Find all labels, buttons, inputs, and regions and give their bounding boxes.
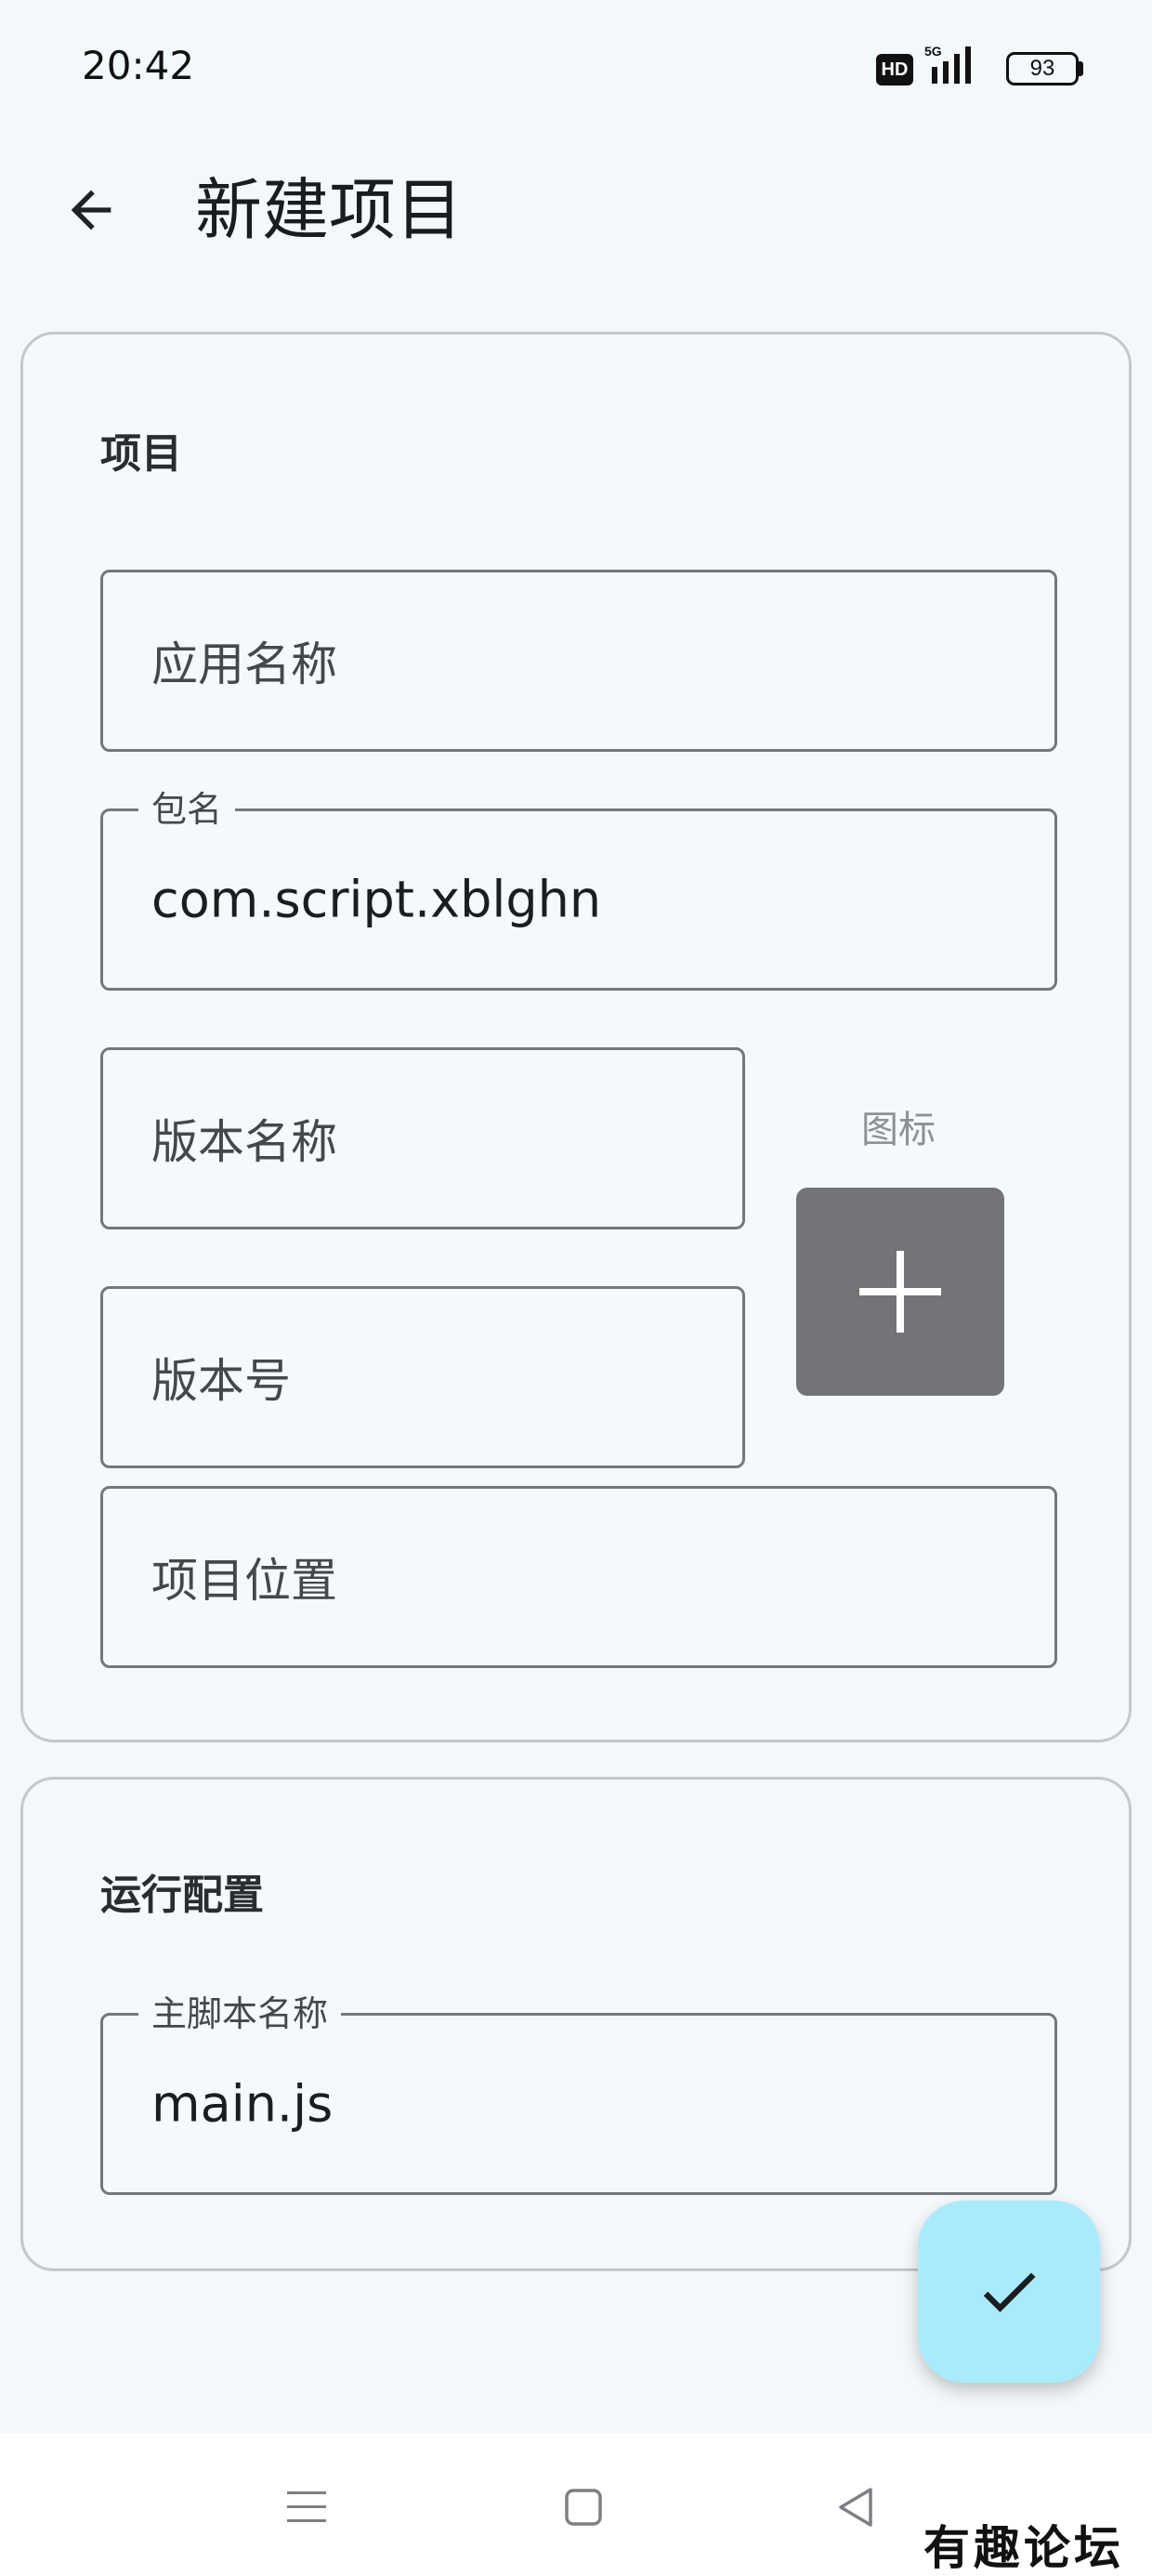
nav-home-button[interactable] [546,2470,621,2544]
run-config-card: 运行配置 主脚本名称 main.js [20,1777,1132,2271]
package-name-field[interactable]: 包名 com.script.xblghn [100,789,1057,991]
main-script-field[interactable]: 主脚本名称 main.js [100,1993,1057,2195]
signal-icon: 5G [923,43,989,85]
project-location-field[interactable]: 项目位置 [100,1486,1057,1668]
main-script-label: 主脚本名称 [138,1993,342,2034]
check-icon [983,2272,1036,2313]
network-type-label: 5G [924,44,942,59]
battery-icon: 93 [1006,52,1079,85]
project-card: 项目 应用名称 包名 com.script.xblghn 版本名称 图标 版本号… [20,332,1132,1742]
screen: 20:42 HD 5G 93 新建项目 项目 应用名称 包名 com.scrip… [0,0,1152,2576]
arrow-back-icon [71,190,111,230]
icon-picker-label: 图标 [861,1109,936,1151]
back-button[interactable] [54,173,128,247]
nav-back-button[interactable] [819,2470,894,2544]
package-name-label: 包名 [138,789,236,830]
status-time: 20:42 [82,43,195,88]
hd-badge: HD [876,54,913,85]
menu-icon [287,2491,326,2522]
version-code-field[interactable]: 版本号 [100,1286,745,1468]
main-script-value: main.js [151,2074,334,2134]
watermark: 有趣论坛 [923,2520,1124,2575]
version-name-label: 版本名称 [151,1115,337,1169]
triangle-back-icon [839,2488,872,2527]
version-code-label: 版本号 [151,1354,291,1408]
page-title: 新建项目 [195,171,464,249]
project-section-title: 项目 [100,430,182,478]
project-location-label: 项目位置 [151,1554,337,1608]
app-name-field[interactable]: 应用名称 [100,570,1057,752]
plus-icon [859,1251,941,1333]
version-name-field[interactable]: 版本名称 [100,1047,745,1229]
confirm-fab[interactable] [918,2201,1100,2383]
app-name-label: 应用名称 [151,637,337,691]
status-bar: 20:42 HD 5G 93 [0,0,1152,130]
square-home-icon [565,2489,602,2526]
battery-cap [1079,61,1083,76]
run-config-section-title: 运行配置 [100,1872,264,1919]
nav-menu-button[interactable] [269,2470,344,2544]
package-name-value: com.script.xblghn [151,870,602,929]
icon-picker-button[interactable] [796,1188,1004,1396]
